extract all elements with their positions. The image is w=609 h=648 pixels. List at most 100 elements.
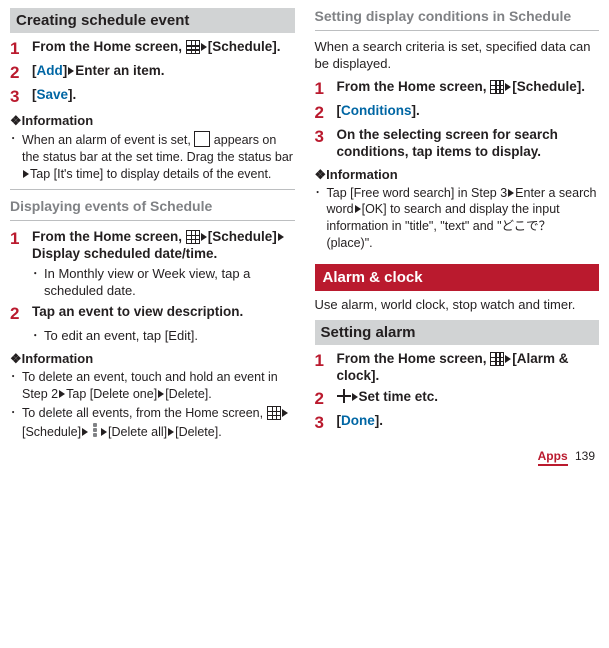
divider <box>10 189 295 190</box>
text: ]. <box>412 103 420 118</box>
text: In Monthly view or Week view, tap a sche… <box>44 266 295 300</box>
bullet-dot: ･ <box>10 405 22 441</box>
text: From the Home screen, <box>32 39 186 54</box>
apps-grid-icon <box>490 352 504 366</box>
text: [Schedule]. <box>512 79 585 94</box>
info-text: To delete an event, touch and hold an ev… <box>22 369 295 403</box>
text: From the Home screen, <box>337 351 491 366</box>
step-text: Tap an event to view description. <box>32 304 295 321</box>
triangle-icon <box>59 390 65 398</box>
text: [Delete]. <box>165 387 212 401</box>
text: [Delete]. <box>175 425 222 439</box>
triangle-icon <box>505 83 511 91</box>
text: [OK] to search and display the input inf… <box>327 202 560 250</box>
text: ]. <box>68 87 76 102</box>
info-text: When an alarm of event is set, appears o… <box>22 131 295 183</box>
text: [Schedule]. <box>208 39 281 54</box>
intro-text: Use alarm, world clock, stop watch and t… <box>315 297 600 314</box>
step-number: 3 <box>315 127 337 147</box>
triangle-icon <box>23 170 29 178</box>
step-text: [Conditions]. <box>337 103 600 120</box>
bullet-dot: ･ <box>32 266 44 300</box>
info-heading: ❖Information <box>10 113 295 129</box>
text: Set time etc. <box>359 389 439 404</box>
step-text: From the Home screen, [Schedule]. <box>337 79 600 96</box>
step-text: On the selecting screen for search condi… <box>337 127 600 161</box>
triangle-icon <box>355 205 361 213</box>
text: ] <box>63 63 68 78</box>
info-bullet: ･ When an alarm of event is set, appears… <box>10 131 295 183</box>
text: Tap an event to view description. <box>32 304 243 319</box>
triangle-icon <box>201 233 207 241</box>
blue-text: Conditions <box>341 103 412 118</box>
triangle-icon <box>158 390 164 398</box>
step-3: 3 [Save]. <box>10 87 295 107</box>
step-text: Set time etc. <box>337 389 600 406</box>
step-number: 1 <box>10 39 32 59</box>
info-text: To delete all events, from the Home scre… <box>22 405 295 441</box>
step-3: 3 [Done]. <box>315 413 600 433</box>
triangle-icon <box>68 67 74 75</box>
info-text: Tap [Free word search] in Step 3Enter a … <box>327 185 600 253</box>
triangle-icon <box>201 43 207 51</box>
apps-grid-icon <box>490 80 504 94</box>
step-3: 3 On the selecting screen for search con… <box>315 127 600 161</box>
apps-grid-icon <box>267 406 281 420</box>
step-number: 1 <box>10 229 32 249</box>
text: Tap [It's time] to display details of th… <box>30 167 271 181</box>
text: From the Home screen, <box>32 229 186 244</box>
step-text: From the Home screen, [Schedule]Display … <box>32 229 295 263</box>
plus-icon <box>337 389 351 403</box>
step-number: 1 <box>315 79 337 99</box>
step-number: 1 <box>315 351 337 371</box>
page: Creating schedule event 1 From the Home … <box>0 0 609 449</box>
text: Tap [Free word search] in Step 3 <box>327 186 508 200</box>
step-text: [Add]Enter an item. <box>32 63 295 80</box>
step-2: 2 [Add]Enter an item. <box>10 63 295 83</box>
info-bullet: ･ To delete an event, touch and hold an … <box>10 369 295 403</box>
footer-section: Apps <box>538 449 568 466</box>
step-number: 2 <box>315 389 337 409</box>
step-text: From the Home screen, [Alarm & clock]. <box>337 351 600 385</box>
step-number: 2 <box>315 103 337 123</box>
right-column: Setting display conditions in Schedule W… <box>315 8 600 441</box>
text: [Schedule] <box>208 229 277 244</box>
alarm-indicator-icon <box>194 131 210 147</box>
triangle-icon <box>352 393 358 401</box>
page-number: 139 <box>575 449 595 463</box>
blue-text: Done <box>341 413 375 428</box>
step-number: 2 <box>10 304 32 324</box>
divider <box>315 30 600 31</box>
text: On the selecting screen for search condi… <box>337 127 558 159</box>
text: From the Home screen, <box>337 79 491 94</box>
step-number: 2 <box>10 63 32 83</box>
triangle-icon <box>508 189 514 197</box>
text: [Schedule] <box>22 425 81 439</box>
triangle-icon <box>168 428 174 436</box>
text: Tap [Delete one] <box>66 387 157 401</box>
step-2: 2 Tap an event to view description. <box>10 304 295 324</box>
divider <box>10 220 295 221</box>
step-number: 3 <box>10 87 32 107</box>
text: To delete all events, from the Home scre… <box>22 406 267 420</box>
step-2: 2 Set time etc. <box>315 389 600 409</box>
heading-setting-alarm: Setting alarm <box>315 320 600 345</box>
info-heading: ❖Information <box>10 351 295 367</box>
text: To edit an event, tap [Edit]. <box>44 328 198 345</box>
text: When an alarm of event is set, <box>22 133 194 147</box>
text: [Delete all] <box>108 425 167 439</box>
apps-grid-icon <box>186 40 200 54</box>
sub-bullet: ･ In Monthly view or Week view, tap a sc… <box>32 266 295 300</box>
triangle-icon <box>101 428 107 436</box>
step-text: [Save]. <box>32 87 295 104</box>
blue-text: Save <box>37 87 69 102</box>
step-text: [Done]. <box>337 413 600 430</box>
footer: Apps 139 <box>0 449 609 471</box>
heading-creating-schedule: Creating schedule event <box>10 8 295 33</box>
bullet-dot: ･ <box>315 185 327 253</box>
subheading-displaying: Displaying events of Schedule <box>10 198 295 214</box>
subheading-conditions: Setting display conditions in Schedule <box>315 8 600 24</box>
step-number: 3 <box>315 413 337 433</box>
text: ]. <box>375 413 383 428</box>
triangle-icon <box>278 233 284 241</box>
